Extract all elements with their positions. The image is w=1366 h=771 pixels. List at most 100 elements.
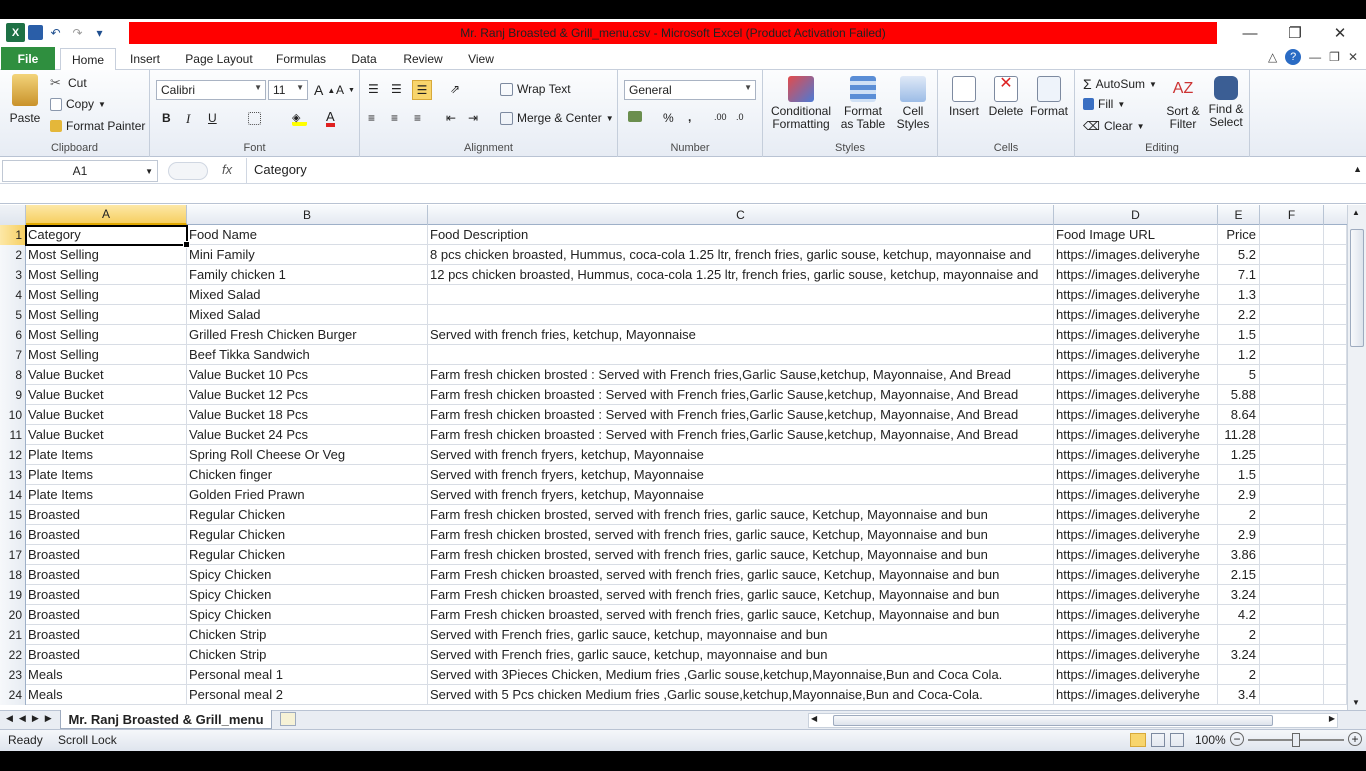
empty-cell[interactable] [1260, 245, 1324, 265]
worksheet-grid[interactable]: A B C D E F 1 Category Food Name Food Descr… [0, 205, 1347, 710]
empty-cell[interactable] [1260, 685, 1324, 705]
food-description-cell[interactable]: Served with french fryers, ketchup, Mayo… [428, 465, 1054, 485]
paste-button[interactable]: Paste [6, 74, 44, 125]
align-right-button[interactable]: ≡ [414, 111, 421, 125]
increase-indent-button[interactable]: ⇥ [468, 111, 478, 125]
tab-review[interactable]: Review [396, 48, 450, 70]
category-cell[interactable]: Broasted [26, 605, 187, 625]
price-cell[interactable]: 2.2 [1218, 305, 1260, 325]
horizontal-scrollbar[interactable]: ◀ ▶ [808, 713, 1338, 728]
align-middle-button[interactable]: ☰ [391, 82, 402, 96]
food-description-cell[interactable] [428, 345, 1054, 365]
price-cell[interactable]: 1.2 [1218, 345, 1260, 365]
row-header[interactable]: 15 [0, 505, 26, 525]
empty-cell[interactable] [1324, 565, 1347, 585]
food-name-cell[interactable]: Mixed Salad [187, 285, 428, 305]
redo-icon[interactable]: ↷ [68, 23, 87, 42]
image-url-cell[interactable]: https://images.deliveryhe [1054, 385, 1218, 405]
find-select-button[interactable]: Find & Select [1205, 76, 1247, 129]
image-url-cell[interactable]: https://images.deliveryhe [1054, 685, 1218, 705]
column-header-b[interactable]: B [187, 205, 428, 225]
sheet-nav-arrows-icon[interactable]: ◀◀▶▶ [6, 713, 58, 724]
empty-cell[interactable] [1324, 625, 1347, 645]
food-description-cell[interactable]: Farm fresh chicken broasted : Served wit… [428, 385, 1054, 405]
font-name-combo[interactable]: Calibri ▼ [156, 80, 266, 100]
row-header[interactable]: 13 [0, 465, 26, 485]
expand-formula-bar-icon[interactable]: ▲ [1353, 164, 1362, 174]
empty-cell[interactable] [1260, 425, 1324, 445]
align-center-button[interactable]: ≡ [391, 111, 398, 125]
empty-cell[interactable] [1324, 365, 1347, 385]
empty-cell[interactable] [1260, 485, 1324, 505]
category-cell[interactable]: Most Selling [26, 285, 187, 305]
price-cell[interactable]: 1.5 [1218, 465, 1260, 485]
category-cell[interactable]: Meals [26, 685, 187, 705]
image-url-cell[interactable]: https://images.deliveryhe [1054, 485, 1218, 505]
image-url-cell[interactable]: https://images.deliveryhe [1054, 545, 1218, 565]
column-header-d[interactable]: D [1054, 205, 1218, 225]
row-header[interactable]: 3 [0, 265, 26, 285]
food-name-cell[interactable]: Value Bucket 12 Pcs [187, 385, 428, 405]
workbook-close-icon[interactable]: ✕ [1348, 50, 1358, 64]
empty-cell[interactable] [1260, 365, 1324, 385]
food-name-cell[interactable]: Chicken finger [187, 465, 428, 485]
food-name-cell[interactable]: Regular Chicken [187, 505, 428, 525]
empty-cell[interactable] [1324, 265, 1347, 285]
empty-cell[interactable] [1260, 225, 1324, 245]
cut-button[interactable]: ✂ Cut [50, 75, 87, 91]
empty-cell[interactable] [1260, 465, 1324, 485]
copy-button[interactable]: Copy ▼ [50, 97, 106, 111]
save-icon[interactable] [28, 25, 43, 40]
empty-cell[interactable] [1324, 605, 1347, 625]
image-url-cell[interactable]: https://images.deliveryhe [1054, 585, 1218, 605]
empty-cell[interactable] [1324, 285, 1347, 305]
vertical-scroll-thumb[interactable] [1350, 229, 1364, 347]
food-description-cell[interactable]: Farm fresh chicken brosted, served with … [428, 525, 1054, 545]
comma-style-button[interactable]: , [688, 110, 691, 124]
category-cell[interactable]: Broasted [26, 585, 187, 605]
italic-button[interactable]: I [186, 111, 190, 127]
food-description-cell[interactable]: Farm Fresh chicken broasted, served with… [428, 565, 1054, 585]
empty-cell[interactable] [1324, 445, 1347, 465]
image-url-cell[interactable]: https://images.deliveryhe [1054, 605, 1218, 625]
food-name-cell[interactable]: Golden Fried Prawn [187, 485, 428, 505]
empty-cell[interactable] [1324, 225, 1347, 245]
zoom-level[interactable]: 100% [1195, 733, 1226, 747]
percent-button[interactable]: % [663, 111, 674, 125]
minimize-ribbon-icon[interactable]: △ [1268, 50, 1277, 64]
empty-cell[interactable] [1260, 505, 1324, 525]
empty-cell[interactable] [1324, 465, 1347, 485]
cell-styles-button[interactable]: Cell Styles [891, 76, 935, 131]
food-name-cell[interactable]: Food Name [187, 225, 428, 245]
food-description-cell[interactable]: Farm fresh chicken brosted, served with … [428, 505, 1054, 525]
align-top-button[interactable]: ☰ [368, 82, 379, 96]
row-header[interactable]: 4 [0, 285, 26, 305]
tab-page-layout[interactable]: Page Layout [180, 48, 258, 70]
number-format-combo[interactable]: General ▼ [624, 80, 756, 100]
chevron-down-icon[interactable]: ▼ [145, 167, 153, 176]
row-header[interactable]: 9 [0, 385, 26, 405]
borders-button[interactable] [248, 112, 261, 125]
column-header-e[interactable]: E [1218, 205, 1260, 225]
row-header[interactable]: 6 [0, 325, 26, 345]
food-description-cell[interactable]: Farm fresh chicken broasted : Served wit… [428, 405, 1054, 425]
image-url-cell[interactable]: https://images.deliveryhe [1054, 245, 1218, 265]
empty-cell[interactable] [1324, 325, 1347, 345]
empty-cell[interactable] [1324, 305, 1347, 325]
food-name-cell[interactable]: Beef Tikka Sandwich [187, 345, 428, 365]
empty-cell[interactable] [1324, 545, 1347, 565]
zoom-out-icon[interactable]: − [1230, 732, 1244, 746]
category-cell[interactable]: Broasted [26, 645, 187, 665]
image-url-cell[interactable]: https://images.deliveryhe [1054, 505, 1218, 525]
image-url-cell[interactable]: https://images.deliveryhe [1054, 345, 1218, 365]
price-cell[interactable]: 2.9 [1218, 485, 1260, 505]
image-url-cell[interactable]: https://images.deliveryhe [1054, 665, 1218, 685]
food-description-cell[interactable]: 12 pcs chicken broasted, Hummus, coca-co… [428, 265, 1054, 285]
row-header[interactable]: 23 [0, 665, 26, 685]
category-cell[interactable]: Value Bucket [26, 385, 187, 405]
food-description-cell[interactable]: Served with french fryers, ketchup, Mayo… [428, 445, 1054, 465]
category-cell[interactable]: Category [26, 225, 187, 245]
empty-cell[interactable] [1260, 285, 1324, 305]
food-description-cell[interactable]: Served with french fries, ketchup, Mayon… [428, 325, 1054, 345]
fill-color-button[interactable]: ◈ [292, 111, 307, 126]
